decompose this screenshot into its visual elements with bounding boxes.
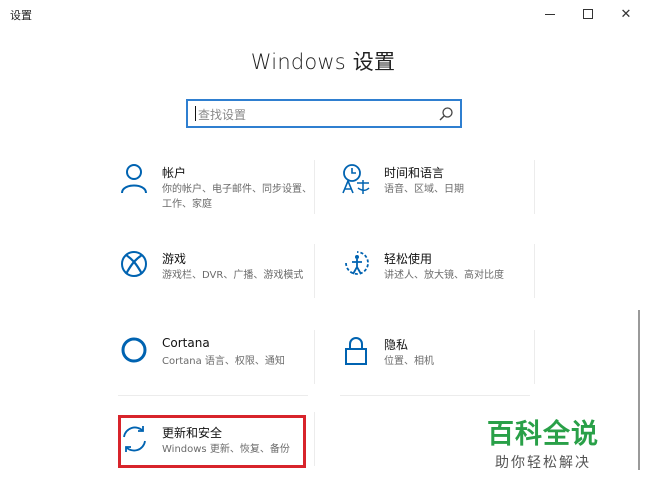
highlight-box <box>118 415 306 468</box>
tile-description: 你的帐户、电子邮件、同步设置、工作、家庭 <box>162 184 312 210</box>
text-caret <box>195 106 196 121</box>
minimize-icon <box>545 13 555 15</box>
tile-time-language[interactable]: 时间和语言 语音、区域、日期 <box>342 163 542 233</box>
tile-title: 帐户 <box>162 166 187 180</box>
maximize-button[interactable] <box>570 0 606 28</box>
window-title: 设置 <box>10 9 32 22</box>
tile-cortana[interactable]: Cortana Cortana 语言、权限、通知 <box>120 335 320 405</box>
tile-description: 位置、相机 <box>384 356 434 367</box>
tile-gaming[interactable]: 游戏 游戏栏、DVR、广播、游戏模式 <box>120 249 320 319</box>
xbox-icon <box>121 251 147 277</box>
language-icon <box>342 164 370 194</box>
watermark: 百科全说 助你轻松解决 <box>478 412 608 472</box>
watermark-title: 百科全说 <box>487 419 599 450</box>
cortana-icon <box>121 337 147 363</box>
tile-title: Cortana <box>162 336 210 350</box>
minimize-button[interactable] <box>532 0 568 28</box>
ease-of-access-icon <box>345 251 369 275</box>
title-bar: 设置 ✕ <box>0 0 646 30</box>
tile-title: 时间和语言 <box>384 166 445 180</box>
tile-accounts[interactable]: 帐户 你的帐户、电子邮件、同步设置、工作、家庭 <box>120 163 320 233</box>
maximize-icon <box>583 9 593 19</box>
lock-icon <box>345 337 367 365</box>
tile-title: 隐私 <box>384 338 409 352</box>
tile-description: Cortana 语言、权限、通知 <box>162 356 285 367</box>
tile-description: 游戏栏、DVR、广播、游戏模式 <box>162 270 304 281</box>
tile-title: 游戏 <box>162 252 187 266</box>
page-title: Windows 设置 <box>250 50 396 74</box>
scrollbar[interactable] <box>638 310 640 470</box>
person-icon <box>121 164 147 194</box>
search-icon[interactable] <box>438 106 454 122</box>
tile-title: 轻松使用 <box>384 252 433 266</box>
watermark-subtitle: 助你轻松解决 <box>495 455 591 471</box>
tile-ease-of-access[interactable]: 轻松使用 讲述人、放大镜、高对比度 <box>342 249 542 319</box>
search-input[interactable]: 查找设置 <box>186 99 462 128</box>
close-button[interactable]: ✕ <box>608 0 644 28</box>
tile-description: 讲述人、放大镜、高对比度 <box>384 270 504 281</box>
close-icon: ✕ <box>620 6 632 22</box>
tile-description: 语音、区域、日期 <box>384 184 464 195</box>
search-placeholder: 查找设置 <box>198 108 247 122</box>
tile-privacy[interactable]: 隐私 位置、相机 <box>342 335 542 405</box>
